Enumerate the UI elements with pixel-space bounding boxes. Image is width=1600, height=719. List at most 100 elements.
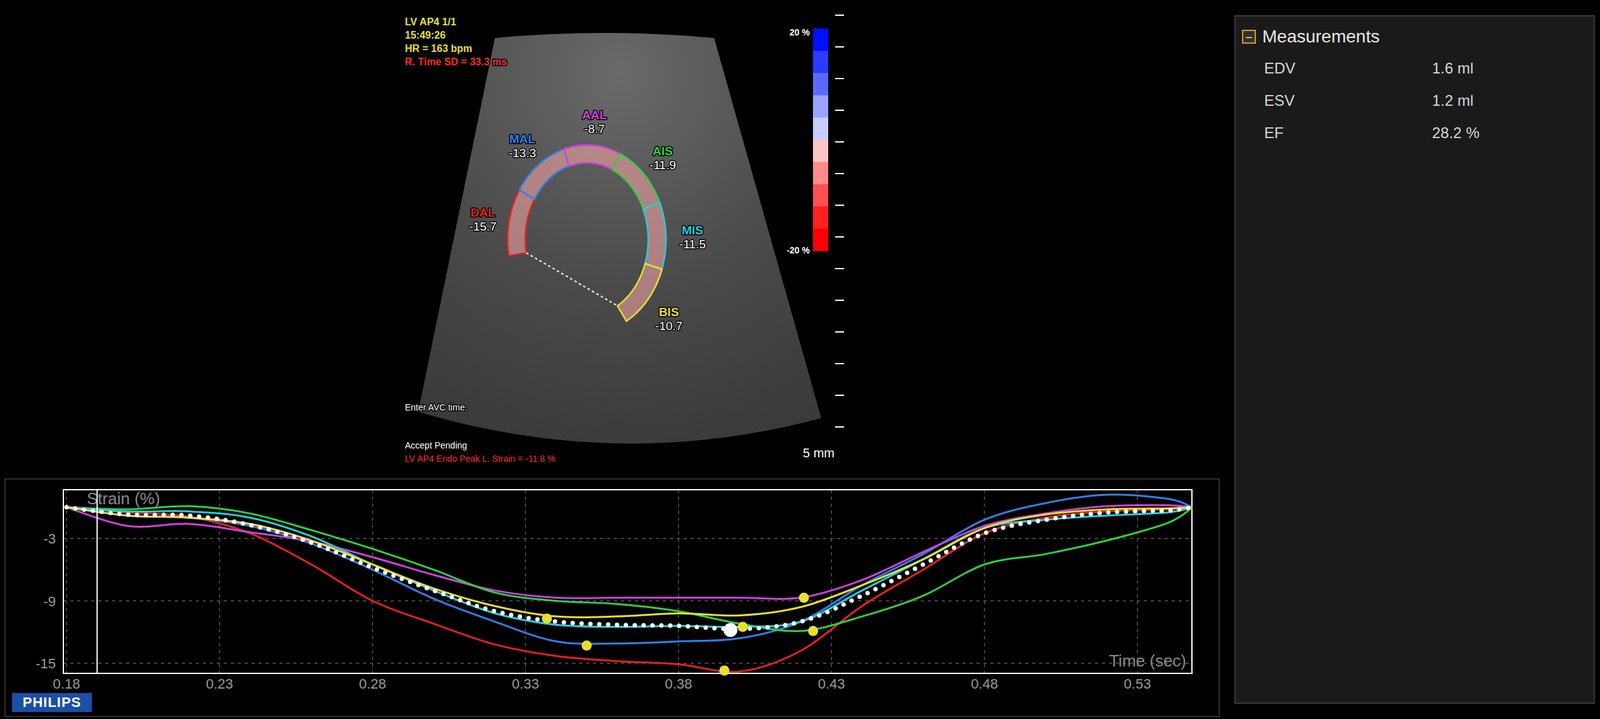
depth-tick [835, 172, 845, 175]
time-cursor[interactable] [96, 489, 98, 674]
segment-label: BIS-10.7 [655, 305, 683, 333]
x-tick-label: 0.38 [664, 676, 692, 692]
strain-curve [66, 507, 1193, 673]
segment-value: -11.9 [649, 158, 677, 172]
myocardial-segment[interactable] [617, 263, 663, 322]
segment-name: MIS [681, 223, 704, 237]
grid-line [63, 537, 1192, 540]
x-axis-title: Time (sec) [1108, 651, 1187, 671]
myocardial-segment[interactable] [507, 190, 535, 256]
hint-text: Enter AVC time. [404, 402, 468, 413]
echo-viewer: DAL-15.7 MAL-13.3 AAL-8.7 AIS-11.9 MIS-11.5 B… [0, 0, 1225, 477]
strain-curve [66, 507, 1193, 628]
x-tick-label: 0.28 [358, 676, 386, 692]
average-strain-curve [66, 507, 1193, 630]
measurements-header[interactable]: −Measurements [1241, 24, 1588, 50]
peak-marker[interactable] [799, 593, 810, 604]
measurement-row: EDV1.6 ml [1241, 51, 1588, 85]
info-line: HR = 163 bpm [404, 43, 473, 54]
depth-tick [835, 236, 845, 238]
segment-value: -8.7 [584, 122, 606, 136]
strain-curve [66, 507, 1193, 618]
x-tick-label: 0.33 [512, 676, 540, 692]
x-tick-label: 0.48 [970, 676, 999, 692]
plot-area [63, 489, 1192, 674]
color-bar [812, 28, 829, 252]
strain-curve [66, 494, 1193, 644]
result-text: LV AP4 Endo Peak L. Strain = -11.8 % [404, 453, 556, 464]
segment-value: -10.7 [655, 319, 683, 333]
measurements-panel: −MeasurementsEDV1.6 mlESV1.2 mlEF28.2 % [1234, 15, 1595, 704]
segment-label: AAL-8.7 [582, 108, 608, 136]
segment-value: -13.3 [508, 146, 537, 160]
peak-marker[interactable] [737, 622, 748, 633]
measurement-label: EDV [1264, 59, 1433, 78]
depth-tick [835, 77, 845, 80]
myocardial-segment[interactable] [563, 145, 621, 170]
strain-curve [66, 506, 1193, 632]
grid-line [371, 489, 374, 674]
myocardial-segment[interactable] [643, 202, 666, 270]
y-axis-title: Strain (%) [86, 489, 161, 509]
color-bar-max: 20 % [789, 27, 810, 38]
measurement-label: EF [1264, 124, 1433, 142]
segment-name: MAL [509, 132, 537, 146]
measurement-row: EF28.2 % [1241, 116, 1588, 149]
collapse-toggle[interactable]: − [1241, 29, 1256, 44]
segment-label: AIS-11.9 [649, 144, 677, 172]
depth-tick [835, 141, 845, 143]
measurement-label: ESV [1264, 91, 1433, 110]
segment-name: AAL [582, 108, 608, 122]
grid-line [1136, 489, 1139, 674]
grid-line [984, 489, 986, 674]
info-line: R. Time SD = 33.3 ms [404, 56, 507, 68]
segment-name: DAL [470, 205, 495, 220]
depth-tick [835, 109, 845, 111]
measurement-value: 28.2 % [1432, 124, 1588, 142]
segment-label: MIS-11.5 [679, 223, 706, 251]
segment-name: AIS [652, 144, 673, 158]
segment-label: MAL-13.3 [508, 132, 537, 160]
depth-tick [835, 14, 845, 16]
grid-line [678, 489, 680, 674]
grid-line [65, 489, 68, 674]
status-text: Accept Pending [404, 440, 468, 451]
strain-curve [66, 505, 1193, 599]
depth-tick [835, 394, 845, 397]
depth-tick [835, 426, 845, 428]
color-bar-min: -20 % [786, 245, 810, 256]
ultrasound-image [418, 32, 822, 444]
depth-tick [835, 268, 845, 270]
x-tick-label: 0.43 [818, 676, 846, 692]
grid-line [219, 489, 221, 674]
image-area: DAL-15.7 MAL-13.3 AAL-8.7 AIS-11.9 MIS-11.5 B… [0, 0, 1225, 719]
annulus-line [525, 252, 618, 307]
philips-logo: PHILIPS [12, 693, 92, 713]
y-tick-label: -9 [43, 593, 56, 610]
peak-marker[interactable] [719, 665, 730, 676]
segment-label: DAL-15.7 [468, 205, 497, 234]
segment-name: BIS [659, 305, 680, 319]
strain-analysis-screen: DAL-15.7 MAL-13.3 AAL-8.7 AIS-11.9 MIS-11.5 B… [0, 0, 1600, 719]
scale-label: 5 mm [802, 446, 835, 461]
measurement-value: 1.6 ml [1432, 59, 1588, 78]
measurement-value: 1.2 ml [1432, 91, 1588, 110]
x-tick-label: 0.23 [205, 676, 234, 692]
grid-line [63, 662, 1192, 665]
x-tick-label: 0.53 [1124, 676, 1152, 692]
average-peak-marker[interactable] [723, 622, 738, 637]
segment-value: -15.7 [468, 219, 497, 234]
depth-tick [835, 331, 845, 333]
depth-tick [835, 46, 845, 48]
peak-marker[interactable] [807, 626, 819, 637]
depth-tick [835, 363, 845, 365]
strain-chart: Strain (%)Time (sec)-3-9-150.180.230.280… [0, 476, 1225, 719]
peak-marker[interactable] [541, 613, 552, 624]
measurement-row: ESV1.2 ml [1241, 84, 1588, 117]
info-line: 15:49:26 [404, 29, 446, 41]
peak-marker[interactable] [581, 640, 592, 651]
panel-title: Measurements [1262, 26, 1380, 47]
segment-value: -11.5 [679, 237, 706, 251]
grid-line [830, 489, 832, 674]
depth-tick [835, 204, 845, 206]
